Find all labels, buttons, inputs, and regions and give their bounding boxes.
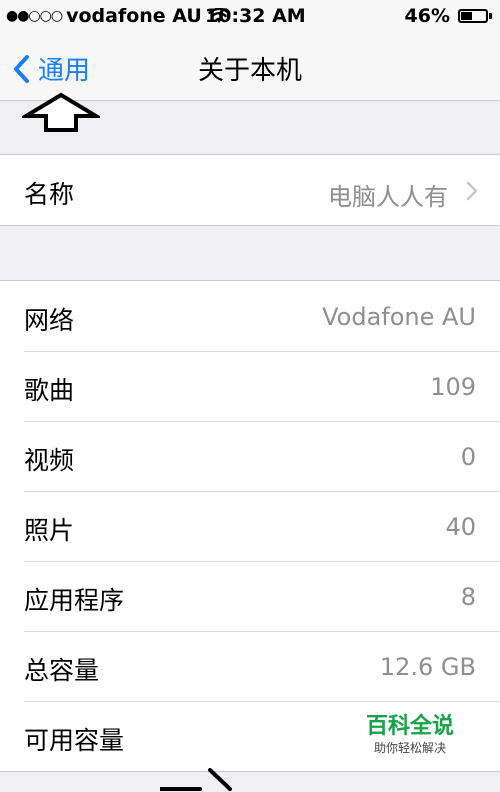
row-label: 总容量: [24, 656, 100, 685]
battery-tip: [489, 13, 492, 19]
row-value: 109: [430, 373, 476, 401]
battery-fill: [461, 12, 473, 20]
info-group: 网络 Vodafone AU 歌曲 109 视频 0 照片 40 应用程序 8 …: [0, 280, 500, 772]
row-value: 8: [460, 583, 476, 611]
page-title: 关于本机: [197, 56, 302, 86]
watermark-title: 百科全说: [366, 714, 455, 739]
info-row-songs: 歌曲 109: [0, 351, 500, 421]
row-label: 照片: [24, 516, 75, 545]
row-value: 电脑人人有: [328, 183, 448, 211]
pointer-arrow-icon: [160, 768, 232, 791]
status-left: ●●○○○ vodafone AU: [6, 5, 230, 27]
status-time: 10:32 AM: [205, 5, 306, 27]
battery-percentage: 46%: [404, 5, 450, 27]
row-label: 视频: [24, 446, 75, 475]
row-label: 歌曲: [24, 376, 75, 405]
info-row-applications: 应用程序 8: [0, 561, 500, 631]
row-label: 可用容量: [24, 726, 125, 755]
row-value: Vodafone AU: [322, 303, 476, 331]
navigation-bar: 通用 关于本机: [0, 32, 500, 101]
name-row[interactable]: 名称 电脑人人有: [0, 155, 500, 225]
chevron-right-icon: [466, 181, 478, 201]
row-label: 应用程序: [24, 586, 125, 615]
status-right: 46%: [405, 5, 492, 27]
info-row-network: 网络 Vodafone AU: [0, 281, 500, 351]
row-label: 名称: [24, 180, 75, 209]
signal-strength-icon: ●●○○○: [6, 8, 63, 24]
status-bar: ●●○○○ vodafone AU 10:32 AM 46%: [0, 0, 500, 32]
info-row-photos: 照片 40: [0, 491, 500, 561]
watermark-subtitle: 助你轻松解决: [373, 741, 446, 755]
row-label: 网络: [24, 306, 75, 335]
row-value: 12.6 GB: [379, 653, 476, 681]
arrow-up-annotation-icon: [22, 92, 100, 132]
row-value: 40: [445, 513, 476, 541]
name-group: 名称 电脑人人有: [0, 154, 500, 226]
info-row-capacity: 总容量 12.6 GB: [0, 631, 500, 701]
info-row-videos: 视频 0: [0, 421, 500, 491]
battery-icon: [458, 9, 488, 23]
watermark-logo: 百科全说 助你轻松解决: [366, 714, 454, 756]
row-value: 0: [460, 443, 476, 471]
carrier-name: vodafone AU: [66, 5, 202, 27]
